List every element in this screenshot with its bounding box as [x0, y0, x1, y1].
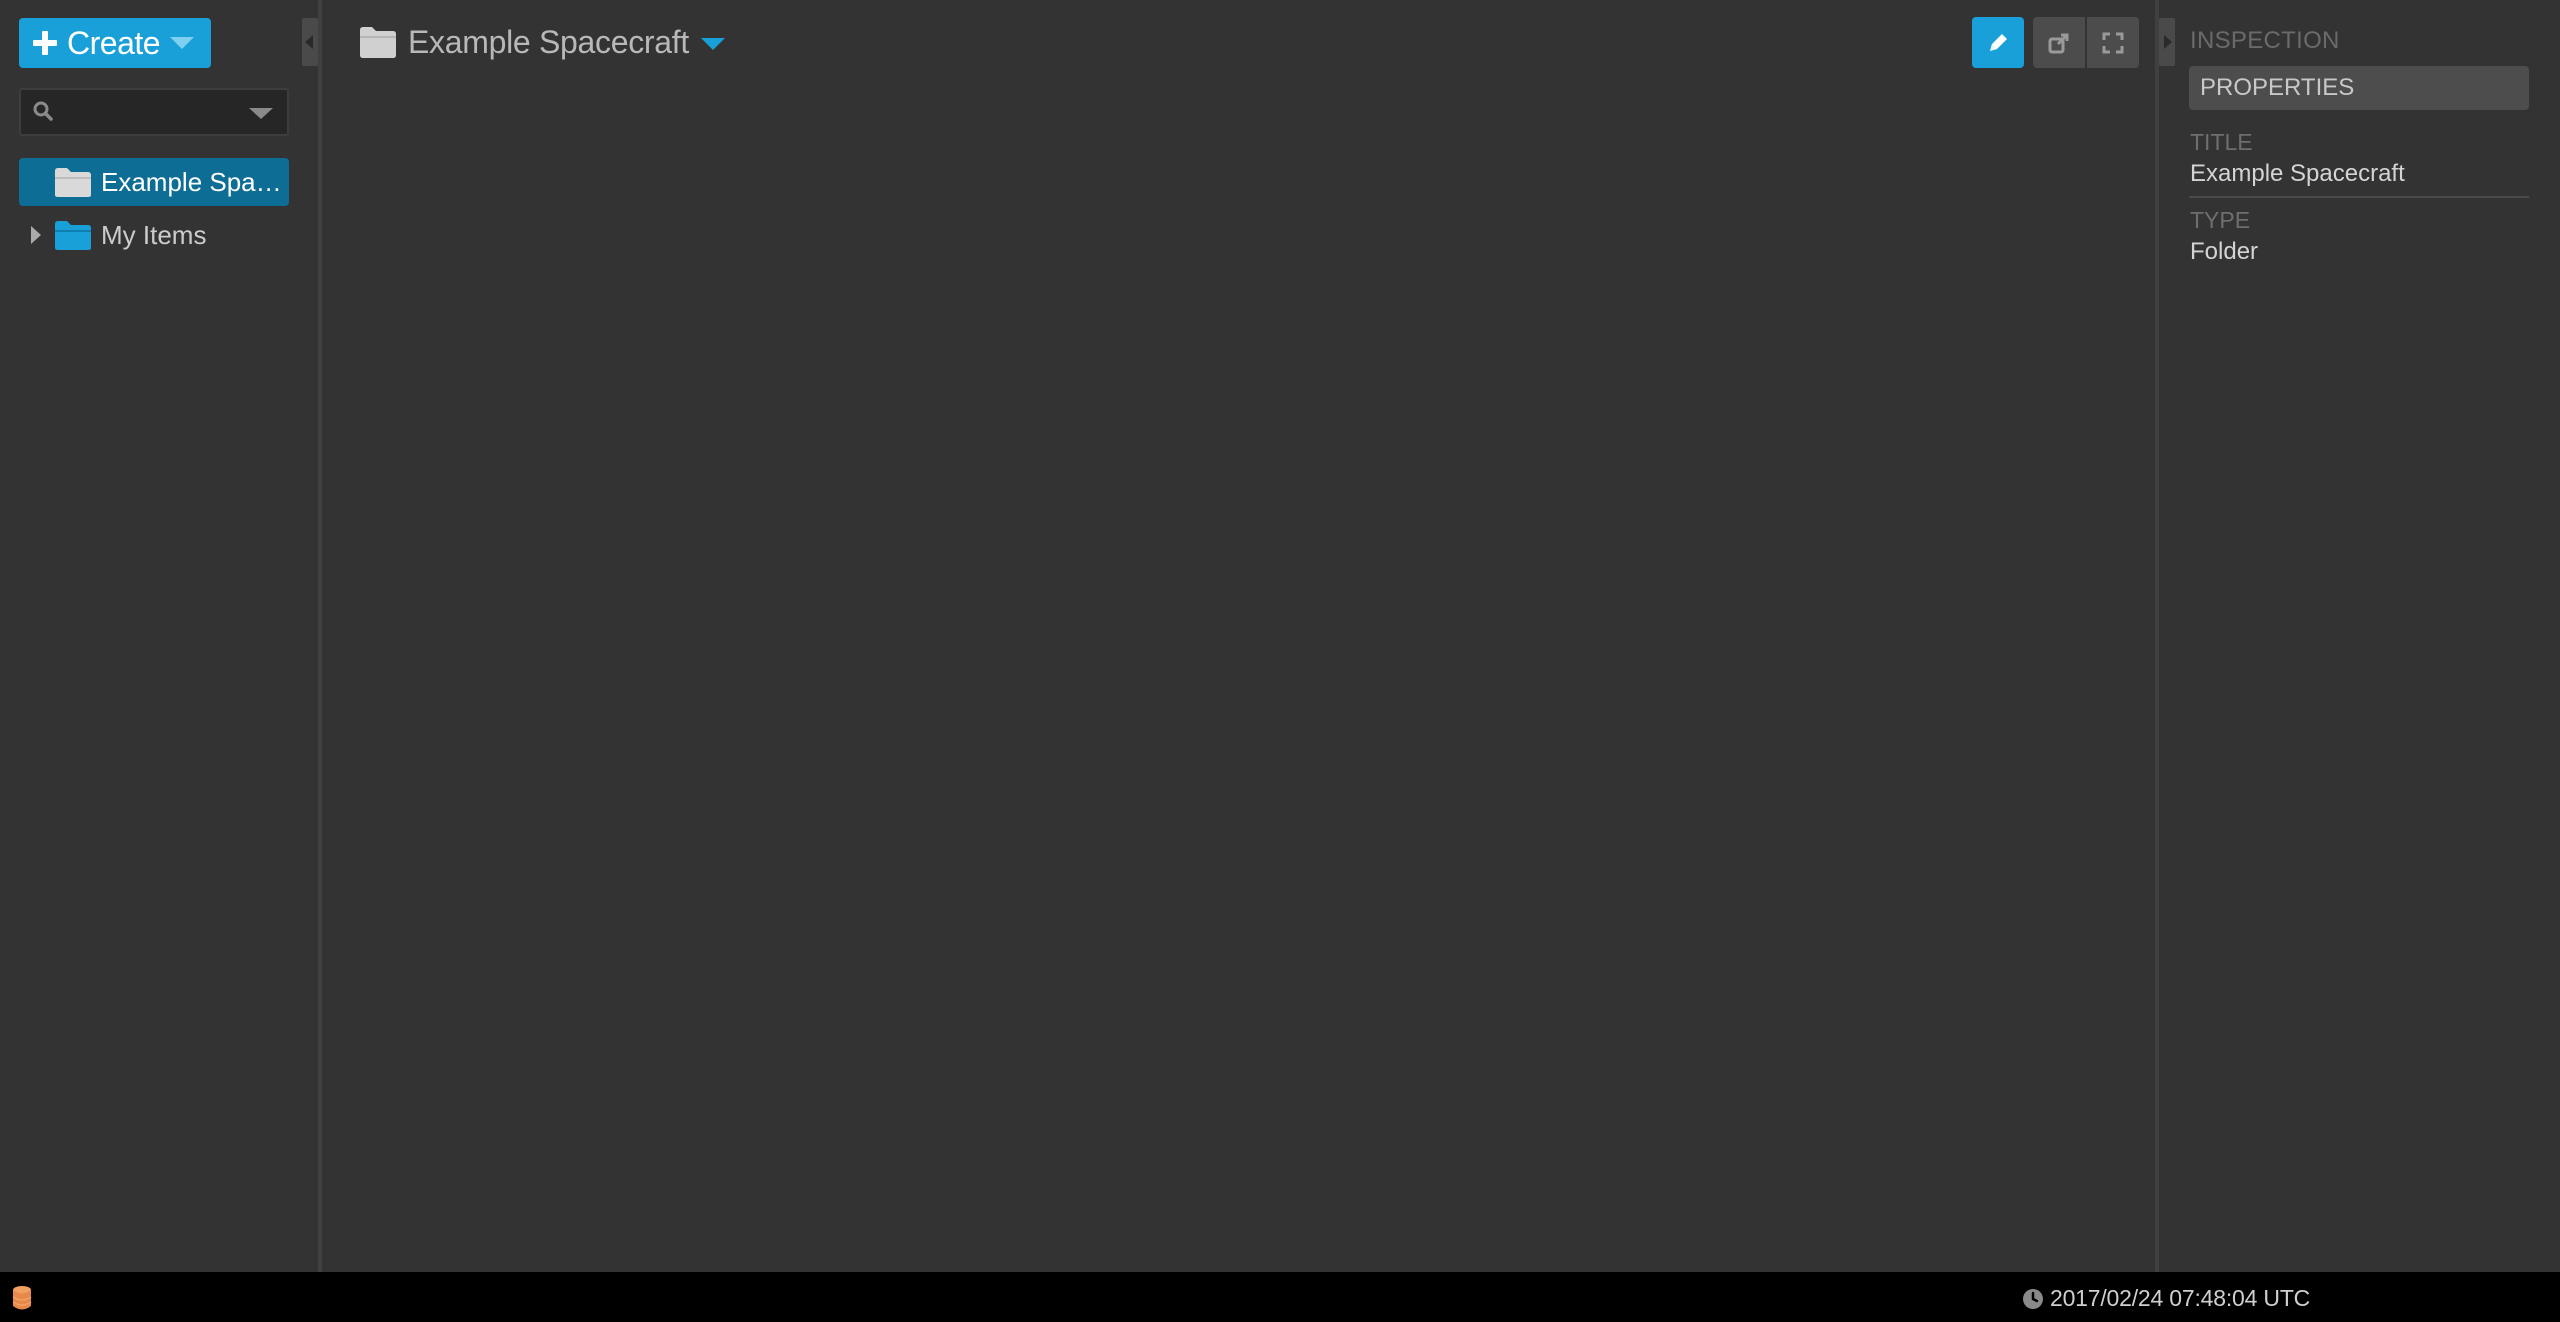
- search-options-dropdown-icon[interactable]: [249, 108, 273, 119]
- clock-indicator: 2017/02/24 07:48:04 UTC: [2022, 1285, 2310, 1312]
- tab-properties[interactable]: PROPERTIES: [2189, 66, 2529, 110]
- open-in-new-tab-button[interactable]: [2033, 17, 2085, 68]
- chevron-down-icon[interactable]: [700, 38, 725, 50]
- search-icon: [33, 101, 53, 121]
- fullscreen-icon: [2102, 32, 2124, 53]
- time-readout: 2017/02/24 07:48:04 UTC: [2050, 1285, 2311, 1311]
- folder-icon: [55, 221, 91, 250]
- tree-expander[interactable]: [19, 211, 53, 259]
- property-label-type: TYPE: [2190, 207, 2251, 233]
- clock-icon: [2023, 1288, 2043, 1309]
- create-button-label: Create: [67, 24, 161, 61]
- inspector-pane: INSPECTION PROPERTIES TITLE Example Spac…: [2159, 0, 2560, 1272]
- expand-arrow-icon: [31, 226, 41, 244]
- app-root: Create Example Spac… My Items Example Sp…: [0, 0, 2560, 1322]
- database-icon[interactable]: [11, 1285, 33, 1311]
- inspector-heading: INSPECTION: [2190, 27, 2340, 54]
- property-value-title: Example Spacecraft: [2190, 160, 2405, 187]
- collapse-left-icon: [305, 35, 313, 49]
- search-input[interactable]: [67, 96, 247, 128]
- tree-item-label: My Items: [101, 219, 207, 250]
- property-divider: [2189, 196, 2529, 198]
- tree-item-example-spacecraft[interactable]: Example Spac…: [19, 158, 289, 206]
- tree-item-label: Example Spac…: [101, 166, 289, 197]
- tree-item-my-items[interactable]: My Items: [19, 211, 289, 259]
- status-bar: 2017/02/24 07:48:04 UTC: [0, 1272, 2560, 1322]
- property-value-type: Folder: [2190, 238, 2259, 265]
- pencil-icon: [1990, 33, 2007, 51]
- main-pane: Example Spacecraft: [322, 0, 2155, 1272]
- fullscreen-button[interactable]: [2087, 17, 2139, 68]
- create-button[interactable]: Create: [19, 18, 211, 68]
- left-pane: Create Example Spac… My Items: [0, 0, 318, 1272]
- chevron-down-icon: [170, 37, 195, 49]
- property-label-title: TITLE: [2190, 129, 2253, 155]
- object-title-text: Example Spacecraft: [408, 23, 689, 60]
- object-title[interactable]: Example Spacecraft: [358, 18, 725, 66]
- search-box[interactable]: [19, 88, 289, 136]
- tree-expander-empty: [19, 158, 53, 206]
- left-pane-collapse-button[interactable]: [302, 18, 318, 66]
- new-tab-icon: [2048, 33, 2069, 53]
- folder-icon: [55, 168, 91, 197]
- plus-icon: [33, 31, 57, 55]
- edit-button[interactable]: [1972, 17, 2024, 68]
- folder-icon: [360, 27, 396, 58]
